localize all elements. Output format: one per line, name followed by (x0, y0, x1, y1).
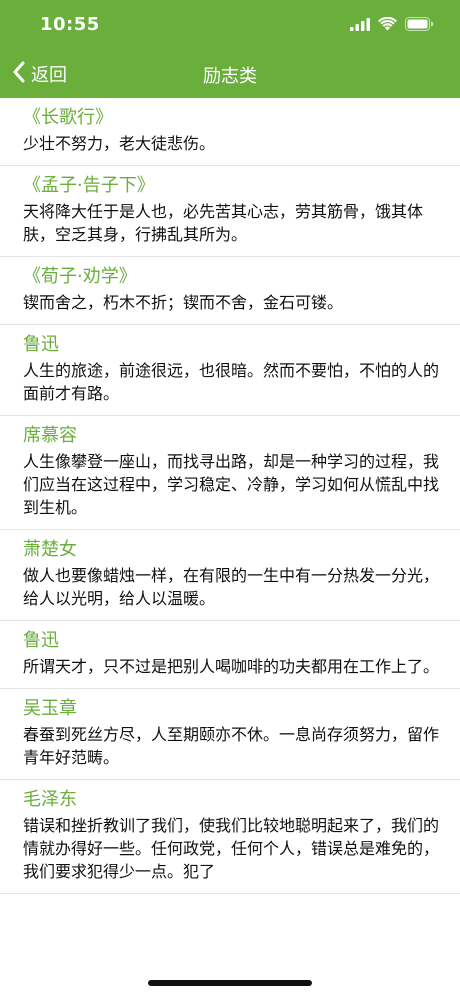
list-item[interactable]: 吴玉章 春蚕到死丝方尽，人至期颐亦不休。一息尚存须努力，留作青年好范畴。 (0, 689, 460, 780)
quote-source: 吴玉章 (23, 698, 77, 719)
quote-source: 毛泽东 (23, 789, 77, 810)
quote-source: 萧楚女 (23, 539, 77, 560)
navigation-bar: 励志类 返回 (0, 50, 460, 98)
quote-text: 春蚕到死丝方尽，人至期颐亦不休。一息尚存须努力，留作青年好范畴。 (23, 725, 440, 767)
quote-text: 锲而舍之，朽木不折；锲而不舍，金石可镂。 (23, 293, 344, 312)
list-item[interactable]: 萧楚女 做人也要像蜡烛一样，在有限的一生中有一分热发一分光，给人以光明，给人以温… (0, 530, 460, 621)
status-time: 10:55 (40, 14, 100, 35)
quote-source: 鲁迅 (23, 630, 59, 651)
quote-source: 鲁迅 (23, 334, 59, 355)
quote-text: 错误和挫折教训了我们，使我们比较地聪明起来了，我们的情就办得好一些。任何政党，任… (23, 816, 440, 881)
list-item[interactable]: 《荀子·劝学》 锲而舍之，朽木不折；锲而不舍，金石可镂。 (0, 257, 460, 325)
page-title: 励志类 (203, 66, 257, 87)
quote-text: 做人也要像蜡烛一样，在有限的一生中有一分热发一分光，给人以光明，给人以温暖。 (23, 566, 440, 608)
signal-icon (350, 16, 370, 35)
battery-icon (405, 16, 434, 35)
quote-source: 席慕容 (23, 425, 77, 446)
quote-text: 少壮不努力，老大徒悲伤。 (23, 134, 216, 153)
quote-text: 天将降大任于是人也，必先苦其心志，劳其筋骨，饿其体肤，空乏其身，行拂乱其所为。 (23, 202, 424, 244)
chevron-left-icon (12, 61, 25, 87)
list-item[interactable]: 《长歌行》 少壮不努力，老大徒悲伤。 (0, 98, 460, 166)
back-label: 返回 (31, 65, 67, 86)
quote-source: 《长歌行》 (23, 107, 113, 128)
home-indicator[interactable] (148, 980, 312, 986)
wifi-icon (378, 16, 397, 35)
list-item[interactable]: 毛泽东 错误和挫折教训了我们，使我们比较地聪明起来了，我们的情就办得好一些。任何… (0, 780, 460, 894)
quote-text: 人生的旅途，前途很远，也很暗。然而不要怕，不怕的人的面前才有路。 (23, 361, 440, 403)
quote-text: 人生像攀登一座山，而找寻出路，却是一种学习的过程，我们应当在这过程中，学习稳定、… (23, 452, 440, 517)
quote-text: 所谓天才，只不过是把别人喝咖啡的功夫都用在工作上了。 (23, 657, 440, 676)
status-icons (350, 16, 434, 35)
list-item[interactable]: 《孟子·告子下》 天将降大任于是人也，必先苦其心志，劳其筋骨，饿其体肤，空乏其身… (0, 166, 460, 257)
list-item[interactable]: 鲁迅 人生的旅途，前途很远，也很暗。然而不要怕，不怕的人的面前才有路。 (0, 325, 460, 416)
quote-list[interactable]: 《长歌行》 少壮不努力，老大徒悲伤。 《孟子·告子下》 天将降大任于是人也，必先… (0, 98, 460, 926)
list-item[interactable]: 席慕容 人生像攀登一座山，而找寻出路，却是一种学习的过程，我们应当在这过程中，学… (0, 416, 460, 530)
quote-source: 《孟子·告子下》 (23, 175, 155, 196)
list-item[interactable]: 鲁迅 所谓天才，只不过是把别人喝咖啡的功夫都用在工作上了。 (0, 621, 460, 689)
quote-source: 《荀子·劝学》 (23, 266, 137, 287)
app-header: 10:55 励志类 返回 (0, 0, 460, 98)
status-bar: 10:55 (0, 0, 460, 50)
back-button[interactable]: 返回 (12, 58, 67, 90)
